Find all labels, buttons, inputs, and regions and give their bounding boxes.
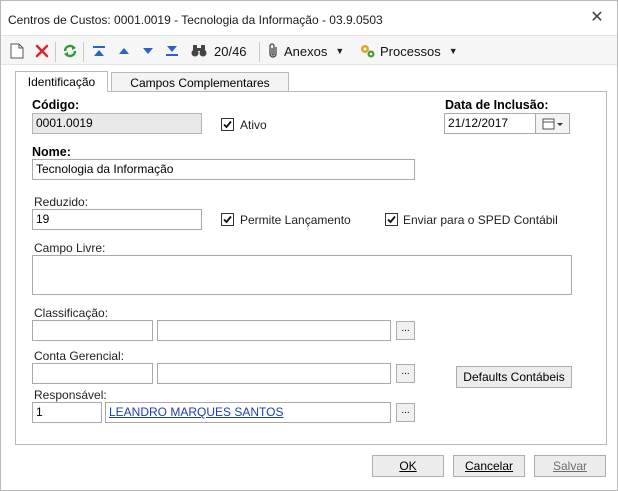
nome-label: Nome:	[32, 145, 71, 159]
conta-gerencial-desc-field[interactable]	[157, 363, 391, 384]
chevron-down-icon: ▼	[448, 46, 458, 56]
enviar-sped-checkbox[interactable]	[385, 213, 398, 226]
anexos-button[interactable]: Anexos ▼	[267, 41, 344, 61]
data-inclusao-field[interactable]: 21/12/2017	[444, 113, 536, 134]
defaults-contabeis-button[interactable]: Defaults Contábeis	[456, 366, 572, 388]
conta-gerencial-lookup-button[interactable]: ...	[396, 364, 415, 383]
calendar-icon	[542, 118, 563, 129]
enviar-sped-label: Enviar para o SPED Contábil	[403, 213, 558, 227]
previous-record-icon[interactable]	[117, 41, 131, 61]
new-document-icon[interactable]	[10, 41, 24, 61]
permite-lancamento-label: Permite Lançamento	[240, 213, 351, 227]
classificacao-code-field[interactable]	[32, 320, 153, 341]
nome-field[interactable]: Tecnologia da Informação	[32, 159, 415, 180]
classificacao-lookup-button[interactable]: ...	[396, 321, 415, 340]
campo-livre-label: Campo Livre:	[34, 241, 106, 255]
data-inclusao-label: Data de Inclusão:	[445, 98, 549, 112]
cancelar-button[interactable]: Cancelar	[453, 455, 525, 477]
permite-lancamento-checkbox[interactable]	[221, 213, 234, 226]
conta-gerencial-code-field[interactable]	[32, 363, 153, 384]
toolbar-separator	[55, 42, 56, 62]
toolbar-separator	[259, 42, 260, 62]
processos-button[interactable]: Processos ▼	[359, 41, 458, 61]
responsavel-label: Responsável:	[34, 388, 107, 402]
binoculars-icon[interactable]	[191, 41, 207, 61]
conta-gerencial-label: Conta Gerencial:	[34, 349, 125, 363]
toolbar: 20/46 Anexos ▼ Processos ▼	[1, 35, 617, 65]
gears-icon	[361, 45, 375, 58]
reduzido-field[interactable]: 19	[32, 209, 202, 230]
classificacao-label: Classificação:	[34, 306, 109, 320]
codigo-label: Código:	[32, 98, 80, 112]
ok-label: OK	[399, 459, 417, 473]
tab-identificacao[interactable]: Identificação	[15, 71, 108, 92]
title-bar: Centros de Custos: 0001.0019 - Tecnologi…	[1, 1, 617, 35]
salvar-button[interactable]: Salvar	[534, 455, 606, 477]
salvar-label: Salvar	[552, 459, 587, 473]
responsavel-lookup-button[interactable]: ...	[396, 403, 415, 422]
record-counter: 20/46	[214, 43, 247, 59]
classificacao-desc-field[interactable]	[157, 320, 391, 341]
window: Centros de Custos: 0001.0019 - Tecnologi…	[0, 0, 618, 491]
codigo-field[interactable]: 0001.0019	[32, 113, 202, 134]
responsavel-name-link[interactable]: LEANDRO MARQUES SANTOS	[105, 402, 391, 423]
paperclip-icon	[269, 43, 277, 58]
first-record-icon[interactable]	[92, 41, 106, 61]
toolbar-separator	[83, 42, 84, 62]
reduzido-label: Reduzido:	[34, 195, 89, 209]
last-record-icon[interactable]	[165, 41, 179, 61]
ativo-checkbox[interactable]	[221, 118, 234, 131]
close-icon[interactable]: ✕	[589, 10, 605, 26]
ativo-label: Ativo	[240, 118, 267, 132]
processos-label: Processos	[380, 43, 441, 59]
chevron-down-icon: ▼	[335, 46, 345, 56]
ok-button[interactable]: OK	[372, 455, 444, 477]
anexos-label: Anexos	[284, 43, 328, 59]
refresh-icon[interactable]	[62, 41, 78, 61]
campo-livre-textarea[interactable]	[32, 255, 572, 295]
responsavel-code-field[interactable]: 1	[32, 402, 102, 423]
cancelar-label: Cancelar	[464, 459, 514, 473]
next-record-icon[interactable]	[141, 41, 155, 61]
calendar-dropdown-button[interactable]	[536, 113, 570, 134]
delete-icon[interactable]	[35, 41, 49, 61]
window-title: Centros de Custos: 0001.0019 - Tecnologi…	[8, 13, 383, 27]
